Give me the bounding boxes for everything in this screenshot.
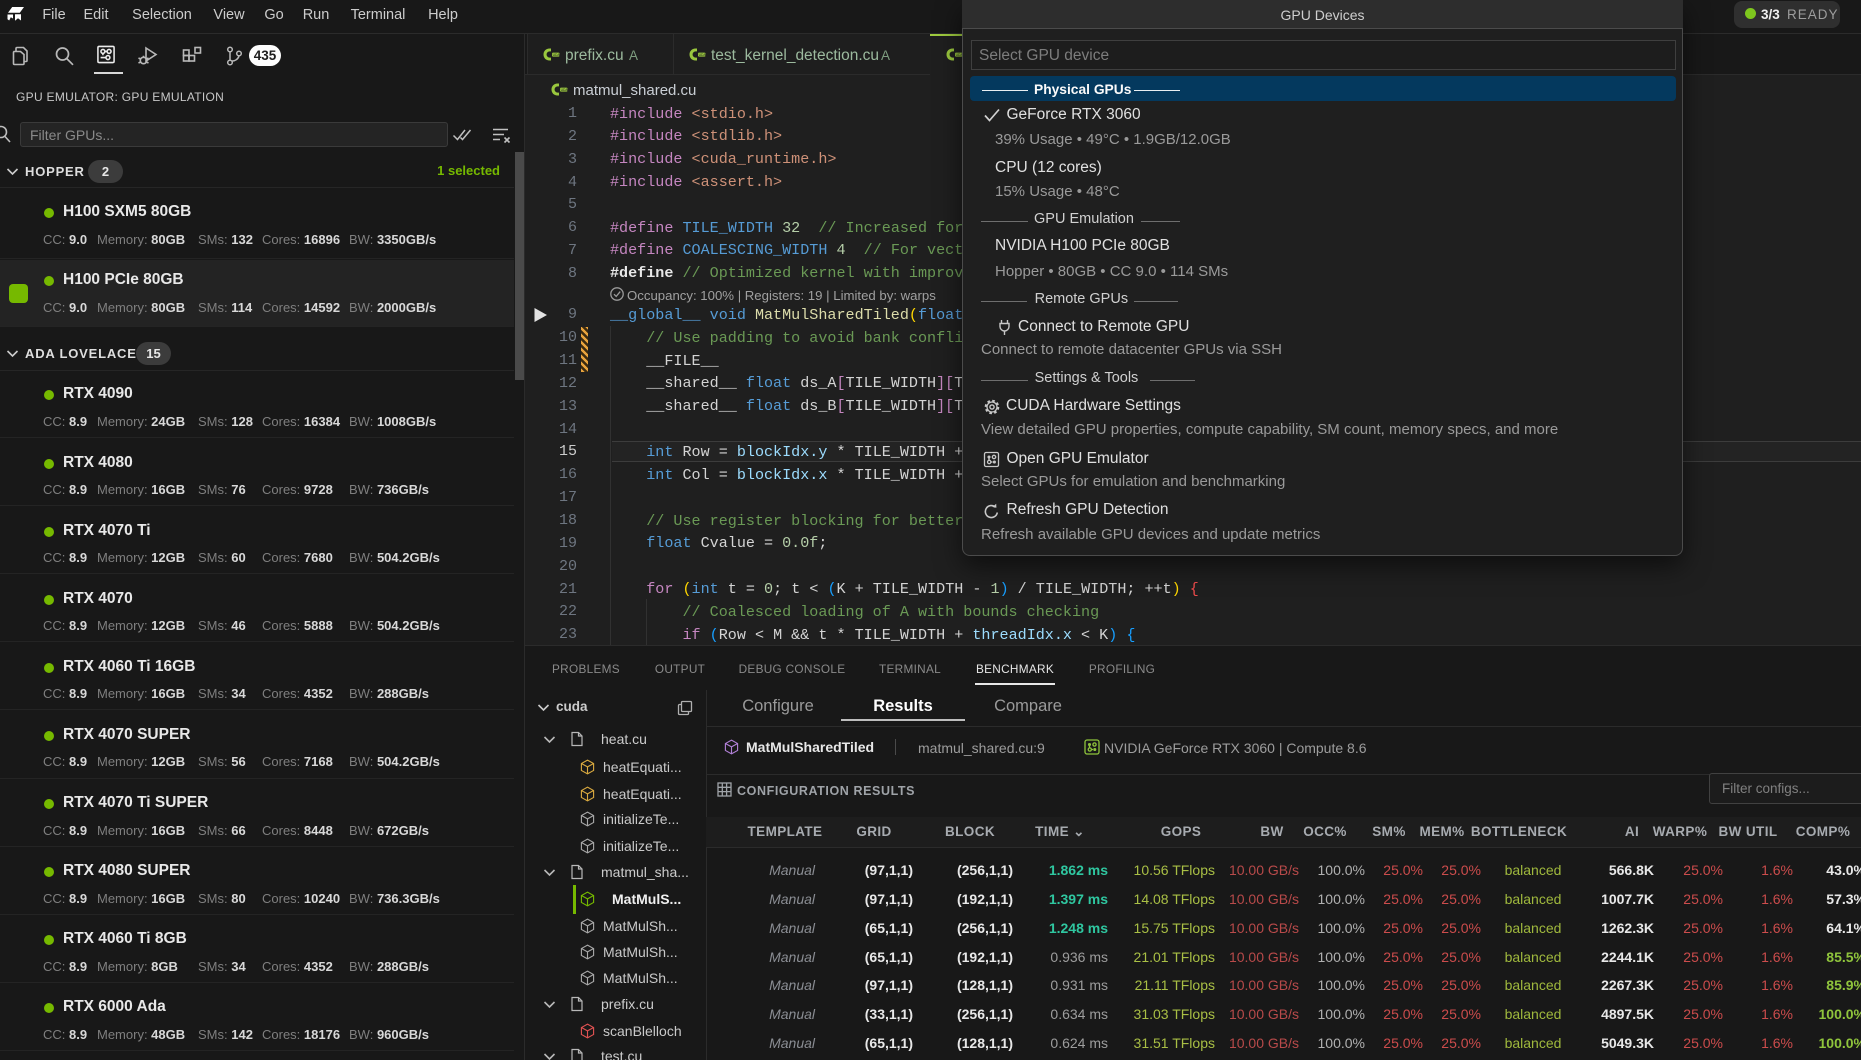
svg-text:UDA: UDA [553, 53, 560, 57]
svg-text:UDA: UDA [561, 88, 568, 92]
svg-text:UDA: UDA [699, 53, 706, 57]
